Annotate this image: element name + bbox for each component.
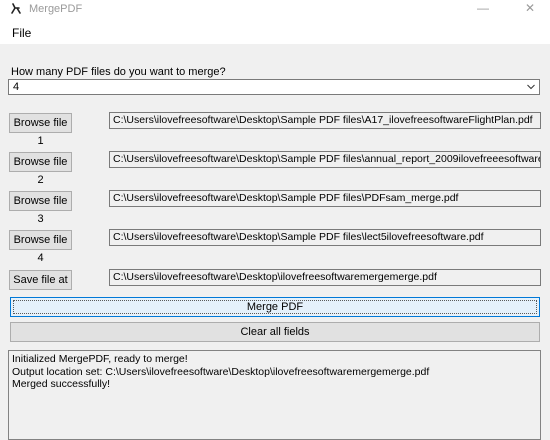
minimize-button[interactable]: —	[463, 0, 503, 18]
file-count-label: How many PDF files do you want to merge?	[11, 66, 226, 78]
browse-file-2-button[interactable]: Browse file 2	[9, 152, 72, 186]
status-log[interactable]: Initialized MergePDF, ready to merge! Ou…	[8, 350, 541, 440]
menu-bar: File	[0, 18, 550, 44]
browse-file-1-button[interactable]: Browse file 1	[9, 113, 72, 147]
file-count-select[interactable]: 4	[8, 79, 540, 95]
file-2-path-field[interactable]: C:\Users\ilovefreesoftware\Desktop\Sampl…	[109, 151, 541, 168]
save-file-at-button[interactable]: Save file at	[9, 270, 72, 290]
close-button[interactable]: ✕	[510, 0, 550, 18]
window-title: MergePDF	[29, 3, 83, 15]
browse-file-4-button[interactable]: Browse file 4	[9, 230, 72, 264]
log-line: Merged successfully!	[12, 378, 111, 390]
file-1-path-field[interactable]: C:\Users\ilovefreesoftware\Desktop\Sampl…	[109, 112, 541, 129]
menu-file[interactable]: File	[12, 26, 31, 40]
log-line: Output location set: C:\Users\ilovefrees…	[12, 365, 430, 378]
output-path-field[interactable]: C:\Users\ilovefreesoftware\Desktop\ilove…	[109, 269, 541, 286]
file-4-path-field[interactable]: C:\Users\ilovefreesoftware\Desktop\Sampl…	[109, 229, 541, 246]
file-count-value: 4	[13, 81, 20, 93]
merge-pdf-button[interactable]: Merge PDF	[10, 297, 540, 317]
file-3-path-field[interactable]: C:\Users\ilovefreesoftware\Desktop\Sampl…	[109, 190, 541, 207]
log-line: Initialized MergePDF, ready to merge!	[12, 353, 188, 365]
chevron-down-icon	[527, 84, 535, 90]
browse-file-3-button[interactable]: Browse file 3	[9, 191, 72, 225]
title-bar: MergePDF — ✕	[0, 0, 550, 18]
mergepdf-app-icon	[11, 3, 21, 14]
clear-all-fields-button[interactable]: Clear all fields	[10, 322, 540, 342]
